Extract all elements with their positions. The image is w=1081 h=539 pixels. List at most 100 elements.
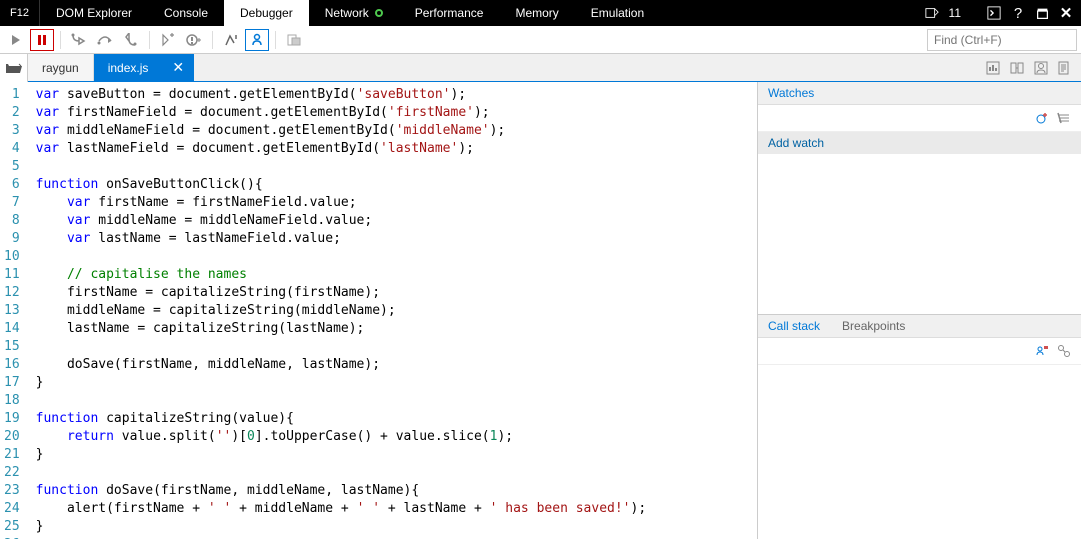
- line-number[interactable]: 7: [4, 194, 20, 212]
- code-line[interactable]: var firstNameField = document.getElement…: [28, 104, 757, 122]
- callstack-header: Call stack Breakpoints: [758, 315, 1081, 338]
- close-icon[interactable]: ✕: [1055, 2, 1077, 24]
- code-line[interactable]: [28, 464, 757, 482]
- code-line[interactable]: [28, 338, 757, 356]
- my-code-button[interactable]: [1029, 56, 1053, 80]
- line-number[interactable]: 4: [4, 140, 20, 158]
- right-pane: Watches Add watch Call stack Breakpoints: [757, 82, 1081, 539]
- exception-behavior-button[interactable]: [182, 29, 206, 51]
- find-input[interactable]: [927, 29, 1077, 51]
- top-tab-dom-explorer[interactable]: DOM Explorer: [40, 0, 148, 26]
- code-line[interactable]: var middleName = middleNameField.value;: [28, 212, 757, 230]
- line-number[interactable]: 21: [4, 446, 20, 464]
- watches-header: Watches: [758, 82, 1081, 105]
- top-tab-debugger[interactable]: Debugger: [224, 0, 309, 26]
- file-tab-label: index.js: [108, 61, 149, 75]
- code-line[interactable]: doSave(firstName, middleName, lastName);: [28, 356, 757, 374]
- top-tab-network[interactable]: Network: [309, 0, 399, 26]
- debug-toolbar: [0, 26, 1081, 54]
- code-line[interactable]: function capitalizeString(value){: [28, 410, 757, 428]
- line-number[interactable]: 16: [4, 356, 20, 374]
- line-number[interactable]: 1: [4, 86, 20, 104]
- line-number[interactable]: 3: [4, 122, 20, 140]
- code-line[interactable]: }: [28, 446, 757, 464]
- top-tab-console[interactable]: Console: [148, 0, 224, 26]
- breadcrumb-folder[interactable]: raygun: [28, 54, 94, 81]
- code-line[interactable]: }: [28, 374, 757, 392]
- callstack-tab[interactable]: Call stack: [768, 319, 820, 333]
- code-line[interactable]: var firstName = firstNameField.value;: [28, 194, 757, 212]
- code-line[interactable]: function doSave(firstName, middleName, l…: [28, 482, 757, 500]
- watches-tab[interactable]: Watches: [768, 86, 814, 100]
- line-number[interactable]: 12: [4, 284, 20, 302]
- break-new-worker-button[interactable]: [156, 29, 180, 51]
- line-number[interactable]: 17: [4, 374, 20, 392]
- line-number[interactable]: 23: [4, 482, 20, 500]
- top-tab-performance[interactable]: Performance: [399, 0, 500, 26]
- add-watch-icon[interactable]: [1033, 109, 1051, 127]
- pretty-print-button[interactable]: [219, 29, 243, 51]
- code-line[interactable]: alert(firstName + ' ' + middleName + ' '…: [28, 500, 757, 518]
- line-number[interactable]: 10: [4, 248, 20, 266]
- code-line[interactable]: var middleNameField = document.getElemen…: [28, 122, 757, 140]
- code-line[interactable]: return value.split('')[0].toUpperCase() …: [28, 428, 757, 446]
- changes-icon[interactable]: [921, 2, 943, 24]
- line-number[interactable]: 14: [4, 320, 20, 338]
- open-document-button[interactable]: [0, 54, 28, 82]
- line-number[interactable]: 6: [4, 176, 20, 194]
- line-gutter: 1234567891011121314151617181920212223242…: [0, 82, 28, 539]
- step-out-button[interactable]: [119, 29, 143, 51]
- f12-label: F12: [0, 0, 40, 26]
- code-line[interactable]: function onSaveButtonClick(){: [28, 176, 757, 194]
- breakpoints-tab[interactable]: Breakpoints: [842, 319, 905, 333]
- word-wrap-button[interactable]: [245, 29, 269, 51]
- line-number[interactable]: 24: [4, 500, 20, 518]
- step-into-button[interactable]: [67, 29, 91, 51]
- line-number[interactable]: 11: [4, 266, 20, 284]
- line-number[interactable]: 5: [4, 158, 20, 176]
- code-line[interactable]: var lastName = lastNameField.value;: [28, 230, 757, 248]
- line-number[interactable]: 8: [4, 212, 20, 230]
- code-line[interactable]: [28, 392, 757, 410]
- step-over-button[interactable]: [93, 29, 117, 51]
- console-toggle-icon[interactable]: [983, 2, 1005, 24]
- code-line[interactable]: var lastNameField = document.getElementB…: [28, 140, 757, 158]
- add-watch-link[interactable]: Add watch: [758, 132, 1081, 154]
- async-frames-icon[interactable]: [1055, 342, 1073, 360]
- break-button[interactable]: [30, 29, 54, 51]
- top-tab-memory[interactable]: Memory: [499, 0, 574, 26]
- show-library-frames-icon[interactable]: [1033, 342, 1051, 360]
- code-content[interactable]: var saveButton = document.getElementById…: [28, 82, 757, 539]
- toggle-source-map-button[interactable]: [981, 56, 1005, 80]
- just-my-code-button[interactable]: [282, 29, 306, 51]
- code-line[interactable]: middleName = capitalizeString(middleName…: [28, 302, 757, 320]
- file-tab-active[interactable]: index.js ✕: [94, 54, 194, 81]
- continue-button[interactable]: [4, 29, 28, 51]
- compare-button[interactable]: [1005, 56, 1029, 80]
- line-number[interactable]: 22: [4, 464, 20, 482]
- code-line[interactable]: var saveButton = document.getElementById…: [28, 86, 757, 104]
- line-number[interactable]: 20: [4, 428, 20, 446]
- top-tab-emulation[interactable]: Emulation: [575, 0, 660, 26]
- delete-all-icon[interactable]: [1055, 109, 1073, 127]
- help-icon[interactable]: ?: [1007, 2, 1029, 24]
- line-number[interactable]: 13: [4, 302, 20, 320]
- code-line[interactable]: // capitalise the names: [28, 266, 757, 284]
- code-line[interactable]: firstName = capitalizeString(firstName);: [28, 284, 757, 302]
- line-number[interactable]: 25: [4, 518, 20, 536]
- code-line[interactable]: }: [28, 518, 757, 536]
- code-line[interactable]: [28, 158, 757, 176]
- file-tab-bar: raygun index.js ✕: [0, 54, 1081, 82]
- code-line[interactable]: lastName = capitalizeString(lastName);: [28, 320, 757, 338]
- line-number[interactable]: 9: [4, 230, 20, 248]
- pick-element-button[interactable]: [1053, 56, 1077, 80]
- line-number[interactable]: 18: [4, 392, 20, 410]
- line-number[interactable]: 19: [4, 410, 20, 428]
- line-number[interactable]: 2: [4, 104, 20, 122]
- code-line[interactable]: [28, 248, 757, 266]
- top-tab-bar: F12 DOM ExplorerConsoleDebuggerNetworkPe…: [0, 0, 1081, 26]
- close-tab-icon[interactable]: ✕: [172, 59, 184, 76]
- line-number[interactable]: 15: [4, 338, 20, 356]
- code-editor[interactable]: 1234567891011121314151617181920212223242…: [0, 82, 757, 539]
- unpin-icon[interactable]: [1031, 2, 1053, 24]
